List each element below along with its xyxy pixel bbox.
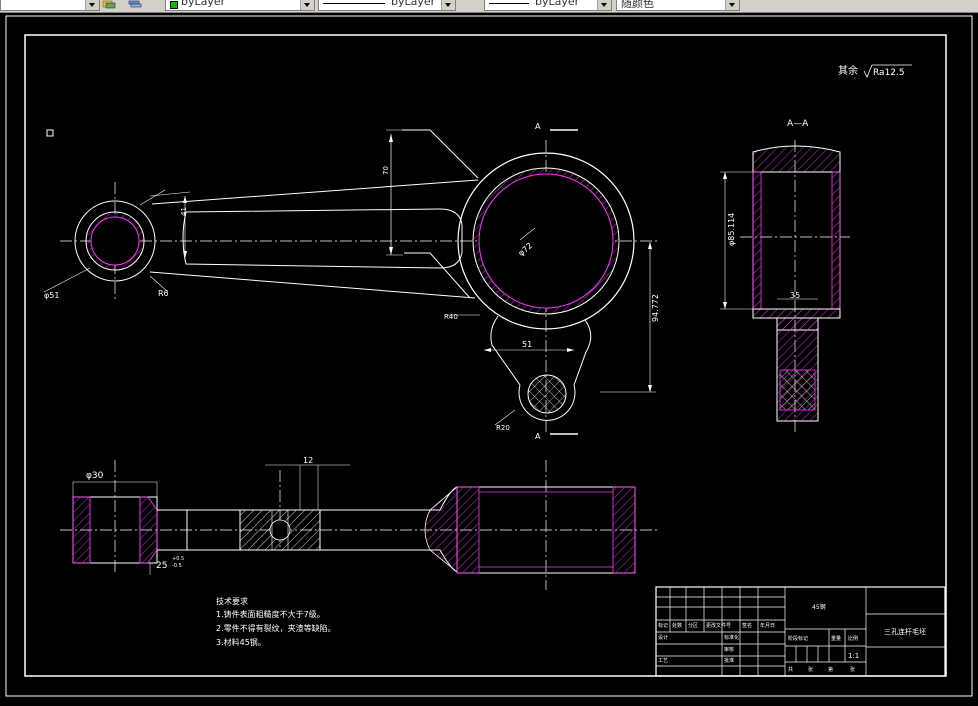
linetype-preview — [323, 3, 385, 4]
dim-small-end-dia: φ51 — [44, 291, 59, 300]
tb-h-zone: 分区 — [688, 622, 698, 629]
tb-r-design: 设计 — [658, 634, 668, 641]
tech-notes-line3: 3.材料45钢。 — [216, 637, 266, 647]
lineweight-preview — [489, 3, 529, 4]
dim-r40: R40 — [444, 313, 458, 321]
front-view: φ51 R6 41 70 φ72 R40 51 94.772 R20 A A — [43, 122, 660, 441]
plotstyle-control-value: 随颜色 — [621, 0, 654, 10]
section-mark-bottom: A — [535, 432, 541, 441]
dim-section-35: 35 — [790, 291, 800, 300]
tech-notes-title: 技术要求 — [216, 596, 248, 606]
roughness-label: 其余 — [838, 64, 858, 77]
dim-width-41: 41 — [180, 207, 188, 216]
tb-h-weight: 重量 — [831, 635, 841, 642]
chevron-down-icon[interactable] — [300, 0, 314, 10]
roughness-value: Ra12.5 — [873, 68, 905, 78]
tb-h-stage: 阶段标记 — [788, 635, 808, 642]
chevron-down-icon[interactable] — [85, 0, 99, 10]
plotstyle-control-dropdown[interactable]: 随颜色 — [616, 0, 740, 11]
color-swatch-icon — [170, 1, 178, 9]
bottom-view: φ30 12 25 +0.5 -0.5 — [60, 456, 660, 590]
tb-r-review: 审核 — [724, 646, 734, 653]
tb-part-name: 三孔连杆毛坯 — [884, 627, 926, 636]
linetype-control-value: byLayer — [391, 0, 436, 8]
dim-fillet-r6: R6 — [158, 289, 169, 298]
tech-notes-line2: 2.零件不得有裂纹，夹渣等缺陷。 — [216, 623, 336, 633]
tech-notes: 技术要求 1.铸件表面粗糙度不大于7级。 2.零件不得有裂纹，夹渣等缺陷。 3.… — [216, 596, 336, 647]
layer-states-icon[interactable] — [128, 0, 142, 9]
tb-h-mark: 标记 — [658, 622, 668, 629]
lineweight-control-value: byLayer — [535, 0, 580, 8]
tol-lower: -0.5 — [172, 563, 182, 569]
dim-70: 70 — [382, 166, 390, 175]
tb-f-total: 共 — [788, 666, 793, 673]
tb-h-scale: 比例 — [848, 635, 858, 642]
tb-f-sheet: 张 — [808, 666, 813, 673]
tech-notes-line1: 1.铸件表面粗糙度不大于7级。 — [216, 609, 325, 619]
marker-square — [46, 129, 54, 137]
linetype-control-dropdown[interactable]: byLayer — [318, 0, 456, 11]
tb-h-change-doc: 更改文件号 — [706, 622, 731, 629]
section-view: A—A φ85.114 35 — [720, 119, 850, 435]
chevron-down-icon[interactable] — [441, 0, 455, 10]
tb-r-standard: 标准化 — [724, 634, 739, 641]
tb-r-approve: 批准 — [724, 657, 734, 664]
color-control-value: byLayer — [181, 0, 226, 8]
tb-r-process: 工艺 — [658, 658, 668, 664]
section-label: A—A — [787, 119, 809, 129]
properties-toolbar: byLayer byLayer byLayer 随颜色 — [0, 0, 978, 13]
section-mark-top: A — [535, 122, 541, 131]
tb-h-sign: 签名 — [742, 622, 752, 629]
chevron-down-icon[interactable] — [725, 0, 739, 10]
dim-r20: R20 — [496, 424, 510, 432]
dim-bottom-phi30: φ30 — [86, 471, 104, 481]
lineweight-control-dropdown[interactable]: byLayer — [484, 0, 612, 11]
dim-51: 51 — [522, 340, 532, 349]
title-block: 标记 处数 分区 更改文件号 签名 年月日 设计 标准化 审核 工艺 批准 阶段… — [655, 586, 946, 677]
dim-bottom-12: 12 — [303, 456, 313, 465]
tol-upper: +0.5 — [172, 556, 184, 562]
dim-94772: 94.772 — [651, 294, 660, 322]
roughness-note: 其余 Ra12.5 — [838, 64, 912, 78]
dim-section-dia: φ85.114 — [727, 213, 736, 246]
chevron-down-icon[interactable] — [597, 0, 611, 10]
toolbar-left-dropdown[interactable] — [0, 0, 100, 11]
color-control-dropdown[interactable]: byLayer — [165, 0, 315, 11]
tb-h-date: 年月日 — [760, 622, 775, 629]
tb-material: 45钢 — [812, 603, 826, 611]
tb-f-sheet2: 张 — [850, 666, 855, 673]
tb-h-count: 处数 — [672, 622, 682, 629]
layer-icon[interactable] — [102, 0, 116, 9]
dim-bottom-25: 25 — [156, 561, 167, 571]
sheet-border — [5, 15, 973, 697]
drawing-canvas[interactable]: 其余 Ra12.5 φ51 R6 41 70 φ72 R40 51 94.772… — [0, 13, 978, 706]
tb-scale: 1:1 — [848, 652, 859, 660]
tb-f-no: 第 — [828, 666, 833, 673]
